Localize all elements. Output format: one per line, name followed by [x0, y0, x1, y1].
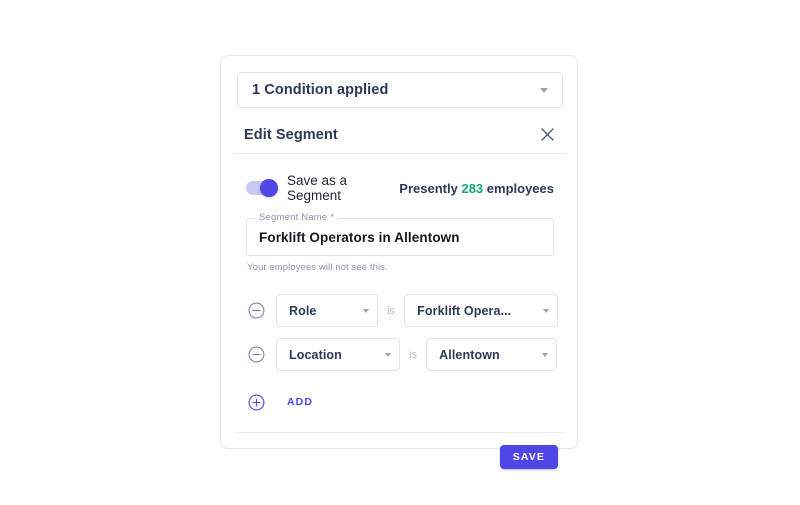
count-prefix: Presently — [399, 180, 458, 196]
condition-attribute-select[interactable]: Role — [276, 294, 378, 327]
chevron-down-icon — [385, 352, 391, 357]
save-as-segment-row: Save as a Segment Presently 283 employee… — [234, 171, 566, 205]
add-condition-button[interactable]: ADD — [287, 396, 313, 408]
edit-segment-panel: 1 Condition applied Edit Segment Save as… — [220, 55, 578, 469]
condition-attribute-value: Location — [289, 347, 342, 362]
count-suffix: employees — [486, 180, 554, 196]
save-as-segment-label: Save as a Segment — [287, 173, 348, 203]
condition-attribute-value: Role — [289, 303, 317, 318]
segment-name-label: Segment Name * — [255, 212, 339, 223]
chevron-down-icon — [543, 308, 550, 313]
condition-value-select[interactable]: Forklift Opera... — [404, 294, 559, 327]
segment-name-field-wrap: Forklift Operators in Allentown Segment … — [246, 212, 554, 256]
chevron-down-icon — [363, 308, 369, 313]
condition-operator: is — [387, 304, 396, 317]
toggle-knob — [260, 179, 278, 197]
condition-row: Location is Allentown — [234, 338, 566, 371]
condition-value: Forklift Opera... — [417, 303, 512, 318]
segment-name-input[interactable]: Forklift Operators in Allentown — [246, 218, 554, 256]
header-divider — [234, 153, 566, 154]
minus-circle-icon[interactable] — [248, 302, 265, 319]
condition-rows: Role is Forklift Opera... Location is Al… — [234, 294, 566, 371]
edit-segment-dialog: Edit Segment Save as a Segment Presently… — [234, 116, 566, 469]
add-condition-row: ADD — [234, 389, 566, 415]
dialog-header: Edit Segment — [234, 116, 566, 153]
segment-name-value: Forklift Operators in Allentown — [259, 229, 460, 245]
save-as-segment-toggle[interactable] — [246, 179, 278, 197]
count-number: 283 — [461, 180, 484, 196]
condition-value: Allentown — [439, 347, 500, 362]
save-button[interactable]: SAVE — [499, 445, 558, 469]
dialog-footer: SAVE — [234, 433, 566, 469]
chevron-down-icon — [540, 87, 548, 93]
condition-summary-select[interactable]: 1 Condition applied — [237, 72, 563, 108]
segment-name-helper-text: Your employees will not see this. — [247, 262, 388, 273]
condition-attribute-select[interactable]: Location — [276, 338, 400, 371]
condition-operator: is — [409, 348, 418, 361]
plus-circle-icon[interactable] — [248, 394, 265, 411]
chevron-down-icon — [542, 352, 549, 357]
page-title: Edit Segment — [244, 126, 338, 143]
condition-row: Role is Forklift Opera... — [234, 294, 566, 327]
minus-circle-icon[interactable] — [248, 346, 265, 363]
condition-value-select[interactable]: Allentown — [426, 338, 558, 371]
close-icon[interactable] — [536, 124, 558, 146]
condition-summary-label: 1 Condition applied — [252, 82, 389, 98]
employee-count: Presently 283 employees — [399, 181, 554, 196]
